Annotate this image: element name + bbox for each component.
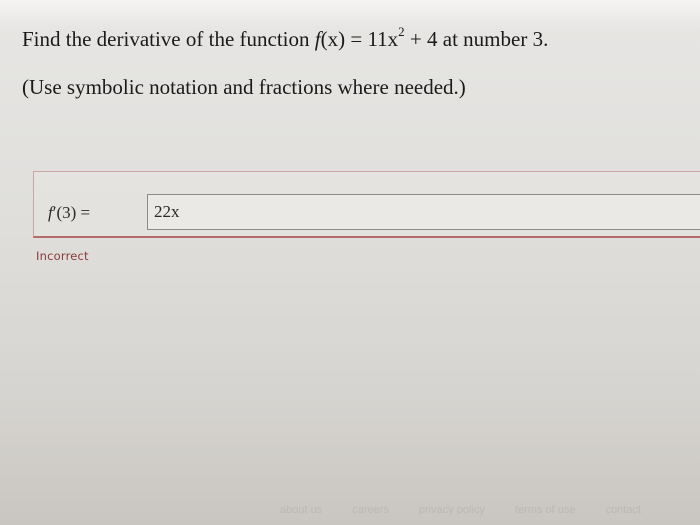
footer-links: about us careers privacy policy terms of… xyxy=(280,504,641,516)
question-suffix: + 4 at number 3. xyxy=(404,27,549,51)
exponent: 2 xyxy=(398,24,405,39)
question-prefix: Find the derivative of the function xyxy=(22,27,315,51)
answer-box: f′(3) = xyxy=(33,171,700,238)
question-hint: (Use symbolic notation and fractions whe… xyxy=(22,75,466,99)
function-body: (x) = 11x xyxy=(320,27,399,51)
footer-link-careers[interactable]: careers xyxy=(352,504,389,516)
question-text: Find the derivative of the function f(x)… xyxy=(22,24,549,52)
answer-label-rest: ′(3) = xyxy=(52,203,91,222)
answer-label: f′(3) = xyxy=(48,203,90,223)
answer-input[interactable] xyxy=(147,194,700,230)
feedback-incorrect: Incorrect xyxy=(36,249,89,263)
footer-link-privacy[interactable]: privacy policy xyxy=(419,504,485,516)
footer-link-about[interactable]: about us xyxy=(280,504,322,516)
footer-link-terms[interactable]: terms of use xyxy=(515,504,576,516)
footer-link-contact[interactable]: contact xyxy=(605,504,640,516)
